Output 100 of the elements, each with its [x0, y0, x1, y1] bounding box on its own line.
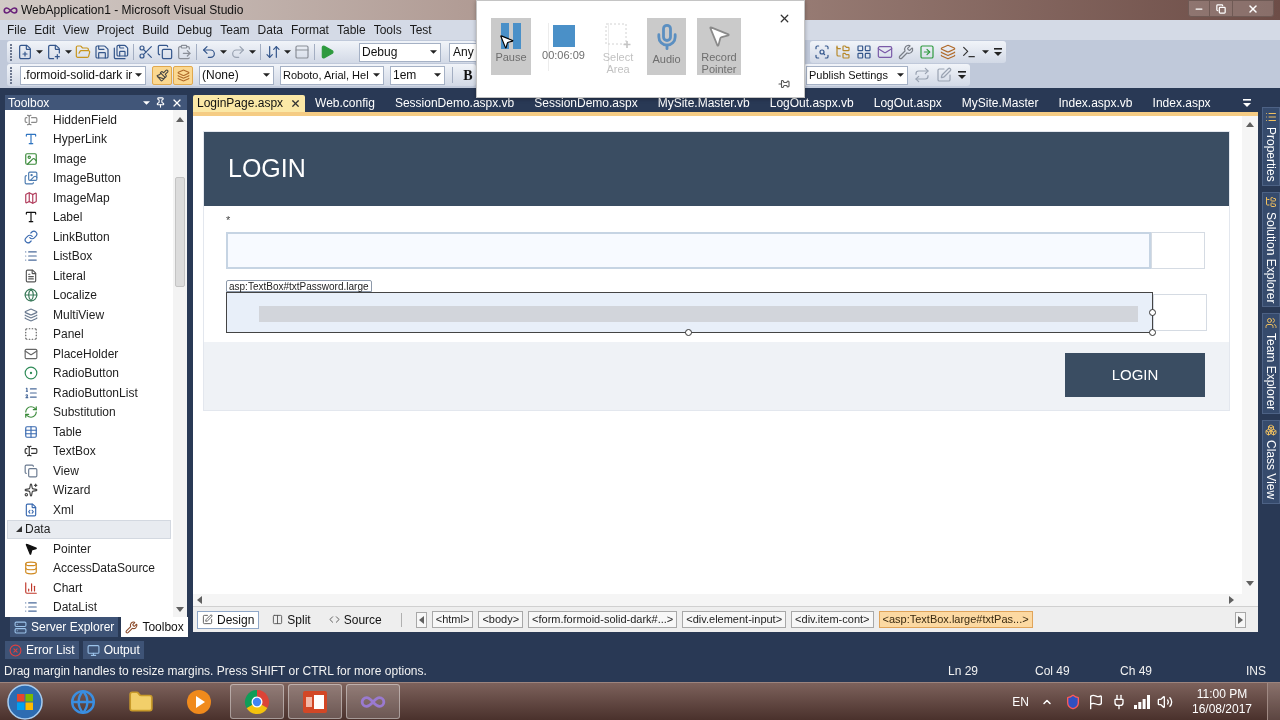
style-toggle[interactable] — [152, 65, 172, 85]
scroll-left-button[interactable] — [415, 611, 427, 628]
menu-item[interactable]: Format — [286, 21, 333, 39]
output-tab[interactable]: Output — [82, 641, 144, 659]
menu-item[interactable]: Project — [92, 21, 139, 39]
folder-tree-icon[interactable] — [835, 44, 851, 60]
document-tab[interactable]: Web.config — [305, 95, 385, 112]
scroll-left-icon[interactable] — [197, 596, 202, 604]
breadcrumb-item[interactable]: <asp:TextBox.large#txtPas...> — [878, 611, 1033, 628]
window-tab[interactable]: Server Explorer — [10, 617, 119, 637]
save-all-icon[interactable] — [113, 44, 129, 60]
control-list-item[interactable]: RadioButtonList — [5, 383, 173, 403]
view-tab[interactable]: Source — [323, 610, 387, 629]
clock-date[interactable]: 16/08/2017 — [1191, 701, 1253, 717]
resize-handle-icon[interactable] — [685, 329, 692, 336]
publish-profile-dropdown[interactable]: Publish Settings — [806, 65, 908, 85]
windows-logo-icon[interactable] — [7, 683, 43, 720]
platform-dropdown[interactable]: Any — [449, 42, 476, 62]
menu-item[interactable]: Table — [332, 21, 370, 39]
document-tab[interactable]: Index.aspx — [1142, 95, 1221, 112]
close-icon[interactable] — [290, 98, 302, 109]
control-list-item[interactable]: HyperLink — [5, 129, 173, 149]
add-file-icon[interactable] — [46, 44, 62, 60]
restore-button[interactable] — [1210, 0, 1232, 17]
control-list-item[interactable]: Xml — [5, 500, 173, 520]
control-list-item[interactable]: DataList — [5, 597, 173, 617]
show-desktop-button[interactable] — [1267, 683, 1280, 720]
scroll-up-icon[interactable] — [176, 117, 184, 122]
arrows-icon[interactable] — [265, 44, 281, 60]
pin-icon[interactable] — [155, 97, 166, 108]
side-tab[interactable]: Class View — [1262, 420, 1280, 504]
overflow-icon[interactable] — [1243, 98, 1251, 108]
control-list-item[interactable]: LinkButton — [5, 227, 173, 247]
control-list-item[interactable]: ImageMap — [5, 188, 173, 208]
new-file-icon[interactable] — [17, 44, 33, 60]
signal-bars-icon[interactable] — [1134, 694, 1150, 709]
control-list-item[interactable]: MultiView — [5, 305, 173, 325]
document-tab[interactable]: MySite.Master — [951, 95, 1049, 112]
control-list-item[interactable]: Panel — [5, 324, 173, 344]
control-list-item[interactable]: Literal — [5, 266, 173, 286]
layers-icon[interactable] — [940, 44, 956, 60]
minimize-button[interactable] — [1188, 0, 1210, 17]
side-tab[interactable]: Properties — [1262, 107, 1280, 186]
breadcrumb-item[interactable]: <div.element-input> — [682, 611, 787, 628]
output-tab[interactable]: Error List — [5, 641, 79, 659]
flag-icon[interactable] — [1088, 693, 1104, 710]
control-list-item[interactable]: PlaceHolder — [5, 344, 173, 364]
scroll-right-button[interactable] — [1235, 611, 1246, 628]
control-list-item[interactable]: RadioButton — [5, 363, 173, 383]
menu-item[interactable]: View — [59, 21, 93, 39]
style-toggle[interactable] — [173, 65, 193, 85]
menu-item[interactable]: Test — [405, 21, 436, 39]
scrollbar-thumb[interactable] — [175, 177, 185, 287]
taskbar-button[interactable] — [288, 684, 342, 719]
breadcrumb-item[interactable]: <body> — [478, 611, 524, 628]
envelope-icon[interactable] — [877, 44, 893, 60]
control-list-item[interactable]: AccessDataSource — [5, 558, 173, 578]
copy-icon[interactable] — [157, 44, 173, 60]
start-icon[interactable] — [319, 44, 335, 60]
control-list-item[interactable]: ListBox — [5, 246, 173, 266]
document-tab[interactable]: LoginPage.aspx — [193, 95, 306, 112]
breadcrumb-item[interactable]: <div.item-cont> — [791, 611, 874, 628]
grip-handle[interactable] — [10, 43, 12, 61]
control-list-item[interactable]: Table — [5, 422, 173, 442]
breadcrumb-item[interactable]: <form.formoid-solid-dark#...> — [528, 611, 678, 628]
toolbox-group-header[interactable]: Data — [7, 519, 171, 539]
close-icon[interactable] — [778, 12, 791, 25]
menu-item[interactable]: Team — [216, 21, 254, 39]
control-list-item[interactable]: Image — [5, 149, 173, 169]
document-tab[interactable]: MySite.Master.vb — [647, 95, 760, 112]
side-tab[interactable]: Team Explorer — [1262, 313, 1280, 415]
menu-item[interactable]: Tools — [369, 21, 406, 39]
document-tab[interactable]: SessionDemo.aspx — [524, 95, 648, 112]
control-list-item[interactable]: ImageButton — [5, 168, 173, 188]
scroll-right-icon[interactable] — [1229, 596, 1234, 604]
control-list-item[interactable]: Label — [5, 207, 173, 227]
font-size-dropdown[interactable]: 1em — [390, 65, 445, 85]
search-icon[interactable] — [814, 44, 830, 60]
close-button[interactable] — [1232, 0, 1274, 17]
grid-icon[interactable] — [856, 44, 872, 60]
control-list-item[interactable]: Chart — [5, 578, 173, 598]
scroll-down-icon[interactable] — [1246, 581, 1254, 586]
control-list-item[interactable]: HiddenField — [5, 110, 173, 130]
speaker-icon[interactable] — [1157, 693, 1173, 710]
document-tab[interactable]: SessionDemo.aspx.vb — [384, 95, 525, 112]
cut-icon[interactable] — [138, 44, 154, 60]
undo-icon[interactable] — [201, 44, 217, 60]
font-family-dropdown[interactable]: Roboto, Arial, Hel — [280, 65, 384, 85]
clock-time[interactable]: 11:00 PM — [1196, 686, 1248, 702]
control-list-item[interactable]: Wizard — [5, 480, 173, 500]
block-format-dropdown[interactable]: (None) — [199, 65, 274, 85]
plug-icon[interactable] — [1111, 693, 1127, 710]
document-tab[interactable]: Index.aspx.vb — [1048, 95, 1143, 112]
document-tab[interactable]: LogOut.aspx — [863, 95, 952, 112]
configuration-dropdown[interactable]: Debug — [359, 42, 441, 62]
stop-button[interactable]: 00:06:09 — [540, 18, 587, 75]
view-tab[interactable]: Design — [197, 610, 260, 629]
menu-item[interactable]: Build — [138, 21, 173, 39]
language-indicator[interactable]: EN — [1012, 692, 1029, 711]
control-list-item[interactable]: TextBox — [5, 441, 173, 461]
